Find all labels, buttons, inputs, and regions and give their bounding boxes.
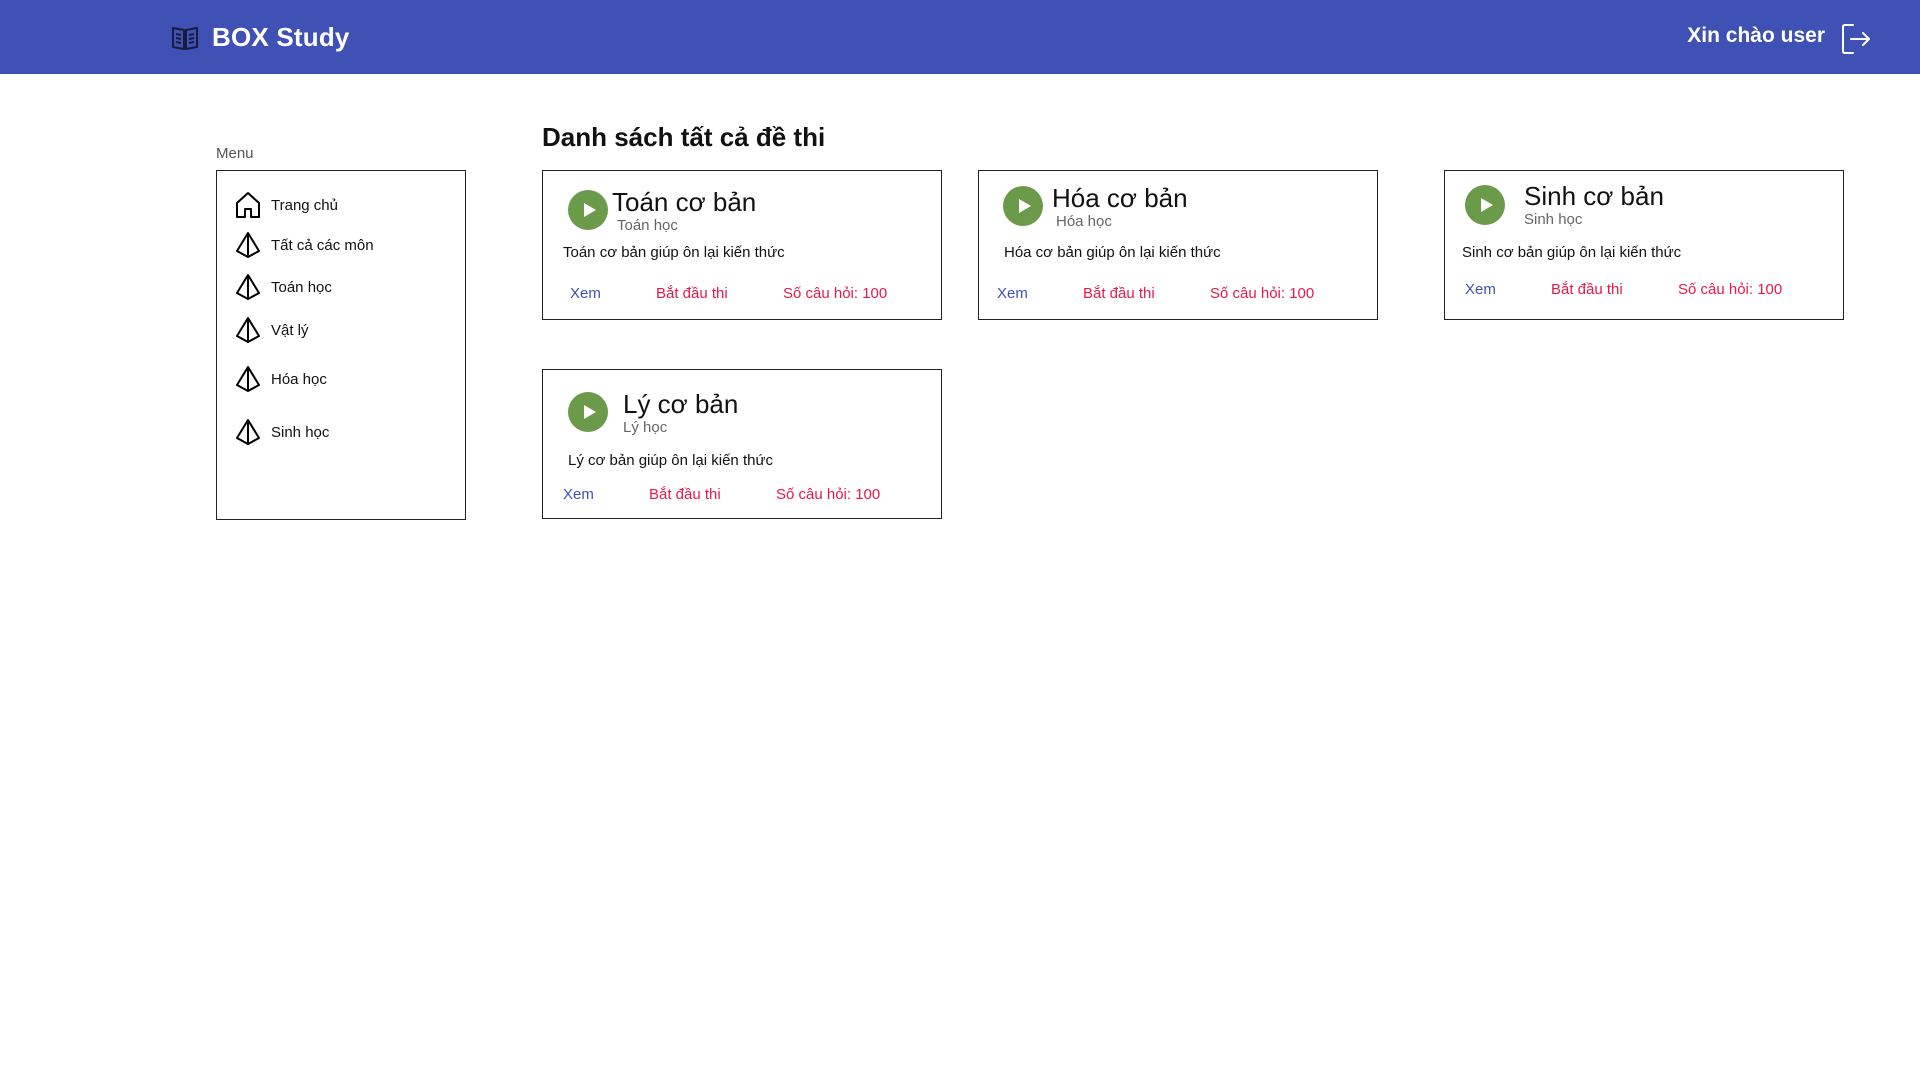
view-link[interactable]: Xem	[997, 285, 1028, 302]
sidebar-item-label: Sinh học	[271, 423, 330, 441]
exam-card: Sinh cơ bản Sinh học Sinh cơ bản giúp ôn…	[1444, 170, 1844, 320]
exam-title: Hóa cơ bản	[1052, 183, 1188, 213]
start-exam-link[interactable]: Bắt đầu thi	[649, 486, 721, 503]
exam-title: Toán cơ bản	[612, 187, 757, 217]
start-exam-link[interactable]: Bắt đầu thi	[1083, 285, 1155, 302]
pyramid-icon	[236, 419, 260, 445]
sidebar-item-chemistry[interactable]: Hóa học	[235, 365, 327, 393]
pyramid-icon	[236, 366, 260, 392]
exam-title: Sinh cơ bản	[1524, 181, 1664, 211]
user-greeting: Xin chào user	[1687, 24, 1825, 47]
book-icon	[172, 26, 198, 50]
exam-subject: Lý học	[623, 419, 668, 436]
pyramid-icon	[236, 274, 260, 300]
sidebar-item-math[interactable]: Toán học	[235, 273, 332, 301]
exam-card: Hóa cơ bản Hóa học Hóa cơ bản giúp ôn lạ…	[978, 170, 1378, 320]
sidebar-item-label: Vật lý	[271, 321, 309, 339]
sidebar-item-label: Trang chủ	[271, 196, 338, 214]
view-link[interactable]: Xem	[570, 285, 601, 302]
question-count: Số câu hỏi: 100	[776, 486, 881, 503]
pyramid-icon	[236, 317, 260, 343]
exam-description: Lý cơ bản giúp ôn lại kiến thức	[568, 452, 773, 469]
exam-description: Sinh cơ bản giúp ôn lại kiến thức	[1462, 244, 1682, 261]
sidebar-menu: Trang chủ Tất cả các môn Toán học Vật lý…	[216, 170, 466, 520]
view-link[interactable]: Xem	[563, 486, 594, 503]
sidebar-item-home[interactable]: Trang chủ	[235, 191, 338, 219]
page-title: Danh sách tất cả đề thi	[542, 122, 826, 152]
play-icon[interactable]	[568, 190, 608, 230]
exam-card: Toán cơ bản Toán học Toán cơ bản giúp ôn…	[542, 170, 942, 320]
sidebar-item-label: Toán học	[271, 278, 332, 296]
exam-subject: Hóa học	[1056, 213, 1112, 230]
exam-card: Lý cơ bản Lý học Lý cơ bản giúp ôn lại k…	[542, 369, 942, 519]
home-icon	[236, 192, 260, 218]
sidebar-item-label: Tất cả các môn	[271, 236, 374, 254]
view-link[interactable]: Xem	[1465, 281, 1496, 298]
sidebar-item-label: Hóa học	[271, 370, 327, 388]
top-bar: BOX Study Xin chào user	[0, 0, 1920, 74]
sidebar-item-all-subjects[interactable]: Tất cả các môn	[235, 231, 374, 259]
question-count: Số câu hỏi: 100	[1678, 281, 1783, 298]
exam-description: Hóa cơ bản giúp ôn lại kiến thức	[1004, 244, 1221, 261]
play-icon[interactable]	[1003, 186, 1043, 226]
pyramid-icon	[236, 232, 260, 258]
play-icon[interactable]	[1465, 185, 1505, 225]
exam-subject: Sinh học	[1524, 211, 1583, 228]
sidebar-item-physics[interactable]: Vật lý	[235, 316, 309, 344]
logout-icon[interactable]	[1840, 22, 1872, 56]
start-exam-link[interactable]: Bắt đầu thi	[1551, 281, 1623, 298]
brand-title: BOX Study	[212, 22, 350, 52]
question-count: Số câu hỏi: 100	[1210, 285, 1315, 302]
sidebar-item-biology[interactable]: Sinh học	[235, 418, 329, 446]
menu-caption: Menu	[216, 145, 254, 162]
exam-title: Lý cơ bản	[623, 389, 739, 419]
play-icon[interactable]	[568, 392, 608, 432]
exam-description: Toán cơ bản giúp ôn lại kiến thức	[563, 244, 785, 261]
exam-subject: Toán học	[617, 217, 678, 234]
question-count: Số câu hỏi: 100	[783, 285, 888, 302]
start-exam-link[interactable]: Bắt đầu thi	[656, 285, 728, 302]
brand[interactable]: BOX Study	[170, 22, 350, 53]
